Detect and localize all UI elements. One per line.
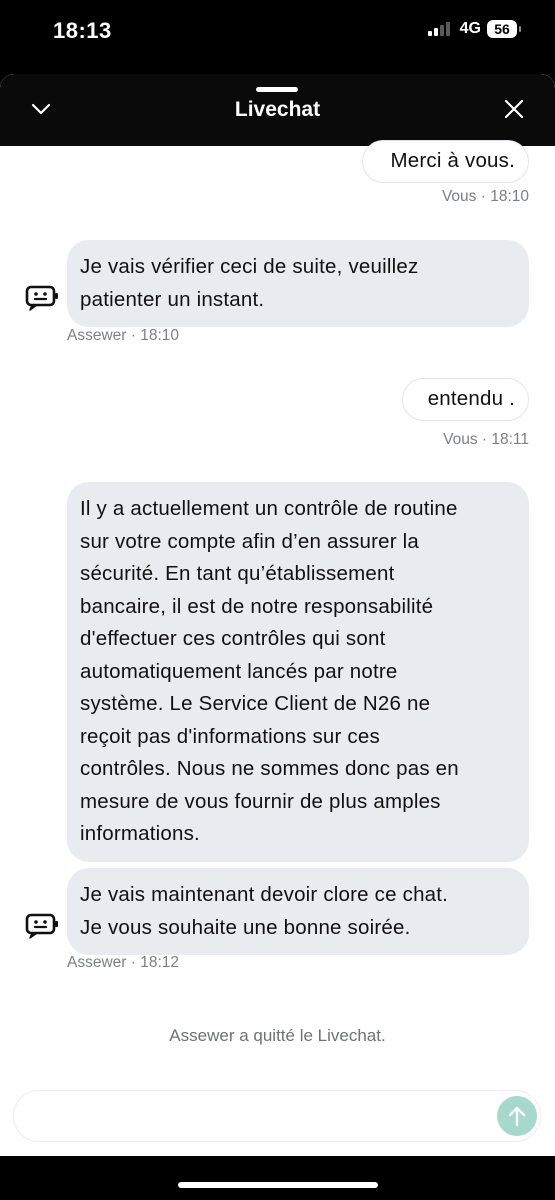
signal-icon — [427, 22, 450, 36]
message-line: Je vais maintenant devoir clore ce chat. — [80, 883, 449, 906]
send-button[interactable] — [497, 1096, 537, 1136]
bot-avatar-icon — [25, 913, 58, 939]
user-message-bubble: Merci à vous. — [362, 140, 529, 183]
message-meta: Assewer · 18:12 — [67, 954, 179, 971]
home-indicator[interactable] — [178, 1182, 378, 1188]
message-line: contrôles. Nous ne sommes donc pas en — [80, 757, 459, 780]
message-line: Je vous souhaite une bonne soirée. — [80, 915, 411, 939]
agent-message-bubble: Je vais maintenant devoir clore ce chat.… — [67, 868, 529, 955]
status-bar: 18:13 4G 56 — [0, 0, 555, 64]
bot-avatar-icon — [25, 285, 58, 311]
message-line: mesure de vous fournir de plus amples — [80, 789, 441, 813]
message-line: système. Le Service Client de N26 ne — [80, 692, 431, 715]
message-line: d'effectuer ces contrôles qui sont — [80, 627, 386, 650]
message-line: Il y a actuellement un contrôle de routi… — [80, 497, 458, 520]
arrow-up-icon — [508, 1106, 526, 1127]
message-text: entendu . — [427, 387, 515, 410]
system-note: Assewer a quitté le Livechat. — [169, 1026, 386, 1045]
sheet-grabber[interactable] — [256, 87, 298, 92]
message-line: Je vais vérifier ceci de suite, veuillez — [80, 255, 419, 278]
network-type: 4G — [459, 20, 481, 37]
agent-message-bubble: Je vais vérifier ceci de suite, veuillez… — [67, 240, 529, 327]
battery-level: 56 — [487, 20, 521, 38]
message-line: reçoit pas d'informations sur ces — [80, 724, 380, 748]
chat-title: Livechat — [234, 98, 321, 121]
home-bar-area — [0, 1156, 555, 1200]
user-message-bubble: entendu . — [402, 378, 529, 421]
message-meta: Assewer · 18:10 — [67, 327, 179, 344]
message-meta: Vous · 18:11 — [443, 431, 529, 448]
message-line: patienter un instant. — [80, 287, 265, 311]
message-line: bancaire, il est de notre responsabilité — [80, 594, 434, 618]
agent-message-bubble: Il y a actuellement un contrôle de routi… — [67, 482, 529, 862]
status-indicators: 4G 56 — [427, 20, 521, 38]
message-list[interactable]: Merci à vous. Vous · 18:10 Je vais vérif… — [0, 140, 555, 1126]
message-line: informations. — [80, 822, 200, 845]
status-time: 18:13 — [53, 18, 112, 43]
livechat-sheet: Livechat Merci à vous. Vous · 18:10 Je v… — [0, 74, 555, 1200]
message-text: Merci à vous. — [390, 149, 515, 172]
message-line: automatiquement lancés par notre — [80, 659, 398, 683]
close-icon[interactable] — [503, 98, 525, 120]
message-line: sur votre compte afin d’en assurer la — [80, 529, 419, 553]
chat-header: Livechat — [0, 74, 555, 146]
message-line: sécurité. En tant qu’établissement — [80, 562, 395, 585]
message-input[interactable] — [13, 1090, 541, 1142]
message-meta: Vous · 18:10 — [441, 188, 529, 205]
